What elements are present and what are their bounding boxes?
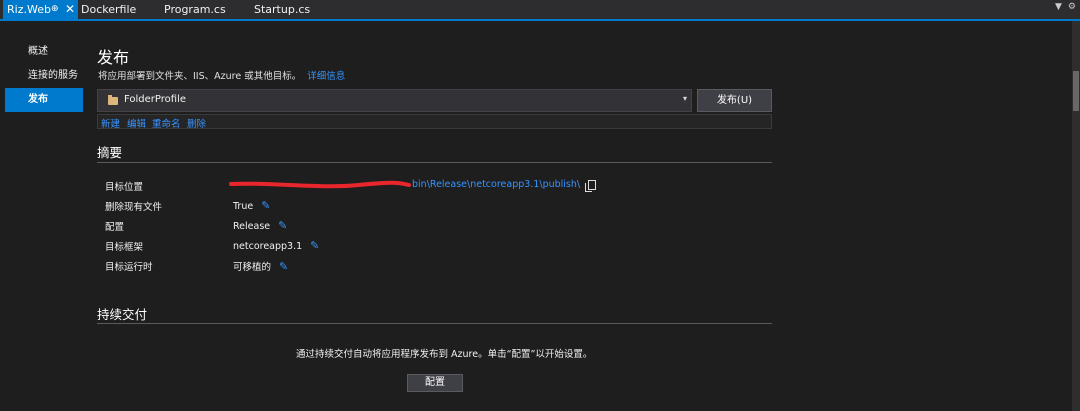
tab-label: Program.cs	[164, 3, 226, 16]
profile-name: FolderProfile	[124, 94, 186, 105]
target-runtime-label: 目标运行时	[105, 262, 153, 273]
details-link[interactable]: 详细信息	[307, 71, 345, 82]
continuous-delivery-divider	[97, 323, 772, 324]
configure-button[interactable]: 配置	[407, 374, 463, 392]
summary-heading: 摘要	[97, 145, 123, 160]
folder-icon	[108, 95, 118, 105]
subtitle-text: 将应用部署到文件夹、IIS、Azure 或其他目标。	[98, 71, 302, 82]
target-location-label: 目标位置	[105, 182, 144, 193]
configuration-label: 配置	[105, 222, 125, 233]
sidebar-item-publish[interactable]: 发布	[5, 88, 83, 112]
delete-existing-files-value: True ✎	[233, 199, 270, 212]
pin-icon[interactable]: ⊕	[51, 0, 59, 19]
tab-label: Startup.cs	[254, 3, 311, 16]
continuous-delivery-heading: 持续交付	[97, 307, 148, 322]
target-framework-label: 目标框架	[105, 242, 144, 253]
sidebar-item-label: 发布	[28, 94, 48, 105]
copy-icon[interactable]	[585, 179, 597, 192]
pencil-icon[interactable]: ✎	[278, 219, 287, 232]
delete-existing-files-text: True	[233, 201, 254, 212]
vertical-scrollbar[interactable]	[1072, 21, 1080, 411]
configuration-value: Release ✎	[233, 219, 287, 232]
page-title: 发布	[97, 48, 130, 67]
sidebar-item-overview[interactable]: 概述	[5, 40, 83, 64]
sidebar-item-label: 概述	[28, 46, 48, 57]
new-profile-link[interactable]: 新建	[101, 116, 120, 130]
tab-startup-cs[interactable]: Startup.cs	[254, 0, 310, 19]
tab-label: Dockerfile	[81, 3, 137, 16]
continuous-delivery-description: 通过持续交付自动将应用程序发布到 Azure。单击“配置”以开始设置。	[296, 349, 593, 360]
sidebar: 概述 连接的服务 发布	[5, 40, 83, 112]
pencil-icon[interactable]: ✎	[310, 239, 319, 252]
sidebar-item-connected-services[interactable]: 连接的服务	[5, 64, 83, 88]
delete-existing-files-label: 删除现有文件	[105, 202, 163, 213]
configuration-text: Release	[233, 221, 271, 232]
chevron-down-icon: ▾	[682, 94, 687, 103]
redaction-scribble	[229, 180, 411, 189]
tab-dockerfile[interactable]: Dockerfile	[81, 0, 136, 19]
profile-actions-bar: 新建 编辑 重命名 删除	[97, 114, 772, 130]
rename-profile-link[interactable]: 重命名	[152, 116, 181, 130]
target-framework-value: netcoreapp3.1 ✎	[233, 239, 319, 252]
sidebar-item-label: 连接的服务	[28, 70, 78, 81]
gear-icon[interactable]: ⚙	[1068, 2, 1076, 12]
scrollbar-thumb[interactable]	[1073, 71, 1079, 111]
publish-button[interactable]: 发布(U)	[697, 89, 772, 112]
close-icon[interactable]: ✕	[65, 0, 75, 19]
tab-program-cs[interactable]: Program.cs	[164, 0, 226, 19]
publish-profile-select[interactable]: FolderProfile ▾	[97, 89, 692, 112]
tab-dropdown-icon[interactable]: ▼	[1055, 2, 1062, 12]
delete-profile-link[interactable]: 删除	[187, 116, 206, 130]
document-tab-strip: Riz.Web ⊕ ✕ Dockerfile Program.cs Startu…	[0, 0, 1080, 21]
target-framework-text: netcoreapp3.1	[233, 241, 303, 252]
tab-label: Riz.Web	[7, 3, 51, 16]
target-runtime-value: 可移植的 ✎	[233, 259, 288, 273]
edit-profile-link[interactable]: 编辑	[127, 116, 146, 130]
page-subtitle: 将应用部署到文件夹、IIS、Azure 或其他目标。 详细信息	[98, 68, 345, 82]
pencil-icon[interactable]: ✎	[279, 260, 288, 273]
pencil-icon[interactable]: ✎	[261, 199, 270, 212]
summary-divider	[97, 162, 772, 163]
target-runtime-text: 可移植的	[233, 262, 272, 273]
tab-riz-web[interactable]: Riz.Web ⊕ ✕	[3, 0, 78, 19]
tab-overflow-controls: ▼ ⚙	[1049, 2, 1076, 12]
